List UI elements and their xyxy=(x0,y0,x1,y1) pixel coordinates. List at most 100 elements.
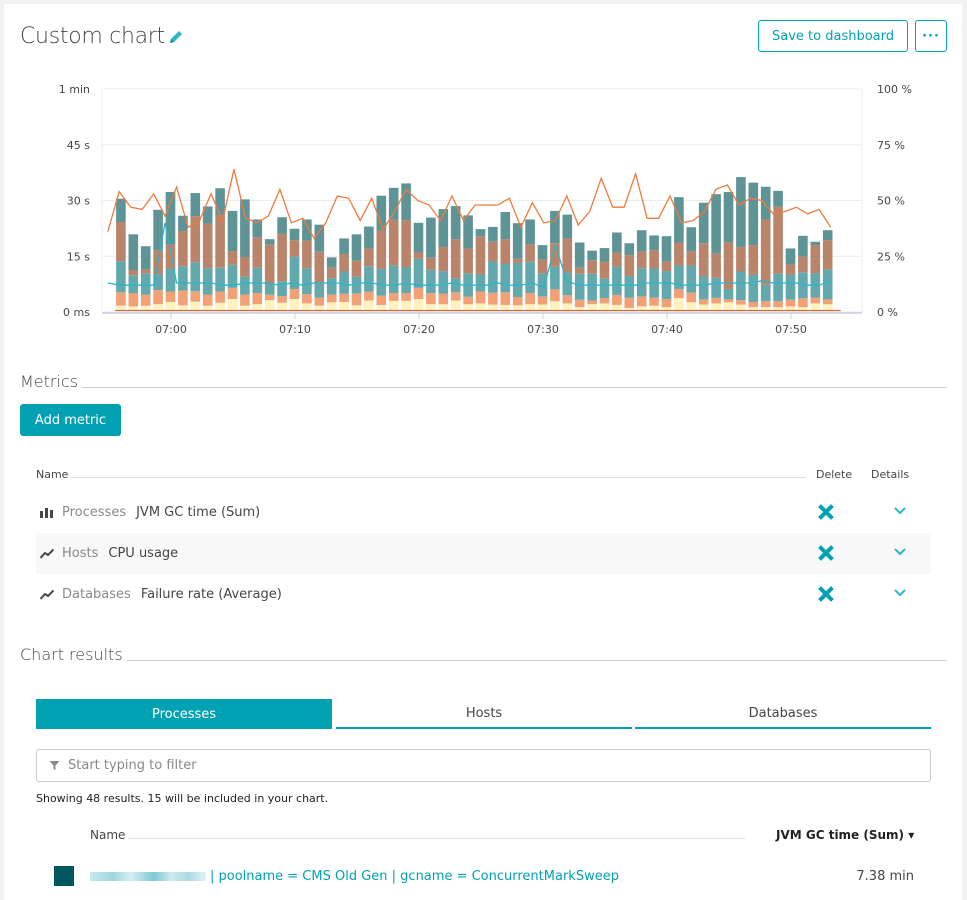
col-name: Name xyxy=(36,468,69,481)
bar-segment-orange xyxy=(686,292,697,303)
bar-stack xyxy=(711,194,721,311)
bar-segment-teal xyxy=(116,261,126,293)
bar-segment-teal xyxy=(773,273,783,302)
bar-segment-yellow xyxy=(686,302,697,311)
bar-segment-orange xyxy=(413,287,424,299)
chevron-down-icon[interactable] xyxy=(893,547,907,557)
divider xyxy=(126,660,947,661)
tab-processes[interactable]: Processes xyxy=(36,699,332,729)
bar-segment-brown xyxy=(264,244,275,284)
bar-segment-yellow xyxy=(413,298,424,311)
bar-segment-yellow xyxy=(314,305,325,311)
bar-segment-orange xyxy=(537,296,548,305)
metric-row: Processes JVM GC time (Sum) xyxy=(36,492,931,533)
divider xyxy=(71,468,806,478)
bar-segment-teal xyxy=(748,274,759,302)
col-delete: Delete xyxy=(816,468,853,481)
bar-segment-brown xyxy=(574,267,585,274)
result-link[interactable]: | poolname = CMS Old Gen | gcname = Conc… xyxy=(210,869,619,884)
add-metric-button[interactable]: Add metric xyxy=(20,404,121,436)
bar-stack xyxy=(649,235,659,311)
filter-icon xyxy=(49,761,60,770)
bar-segment-yellow xyxy=(326,302,337,311)
bar-segment-teal xyxy=(302,268,312,295)
bar-segment-teal xyxy=(215,267,225,292)
bar-segment-brown xyxy=(723,242,734,289)
bar-stack xyxy=(314,224,325,311)
chevron-down-icon[interactable] xyxy=(893,506,907,516)
bar-stack xyxy=(661,236,672,311)
filter-field[interactable] xyxy=(36,749,931,782)
tab-databases[interactable]: Databases xyxy=(635,699,931,729)
bar-segment-orange xyxy=(215,291,225,303)
bar-segment-yellow xyxy=(426,304,436,311)
tab-hosts[interactable]: Hosts xyxy=(336,699,632,729)
sort-column-jvm-gc-time[interactable]: JVM GC time (Sum) ▾ xyxy=(776,828,914,842)
bar-stack xyxy=(723,191,734,311)
bar-segment-dark-teal xyxy=(364,226,374,249)
save-to-dashboard-button[interactable]: Save to dashboard xyxy=(758,20,908,52)
bar-segment-orange xyxy=(178,290,188,306)
x-tick-label: 07:30 xyxy=(527,323,559,336)
bar-stack xyxy=(264,239,275,311)
line-chart-icon xyxy=(40,548,56,559)
bar-segment-teal xyxy=(376,268,387,296)
bar-segment-brown xyxy=(314,251,325,284)
bar-segment-orange xyxy=(289,288,300,299)
results-heading: Chart results xyxy=(20,645,123,664)
x-tick-label: 07:50 xyxy=(775,323,807,336)
bar-segment-teal xyxy=(512,262,523,298)
bar-segment-dark-teal xyxy=(351,234,362,261)
bar-segment-brown xyxy=(339,254,349,272)
metric-name[interactable]: CPU usage xyxy=(108,546,178,561)
redacted-process-name xyxy=(90,871,206,881)
filter-input[interactable] xyxy=(66,757,906,774)
y-left-tick-label: 45 s xyxy=(67,139,90,152)
bar-segment-dark-teal xyxy=(748,182,759,246)
bar-segment-brown xyxy=(413,252,424,259)
bar-segment-dark-teal xyxy=(810,241,821,246)
bar-segment-orange xyxy=(252,293,263,305)
metric-entity: Databases xyxy=(62,587,131,602)
bar-segment-brown xyxy=(376,230,387,269)
metric-name[interactable]: JVM GC time (Sum) xyxy=(136,505,260,520)
bar-segment-yellow xyxy=(798,307,808,311)
bar-segment-dark-teal xyxy=(711,194,721,254)
bar-segment-orange xyxy=(314,297,325,306)
bar-stack xyxy=(438,209,449,311)
bar-segment-orange xyxy=(760,301,771,308)
bar-segment-brown xyxy=(512,258,523,263)
bar-segment-teal xyxy=(624,275,635,298)
bar-segment-orange xyxy=(798,298,808,308)
bar-segment-brown xyxy=(351,260,362,277)
bar-segment-dark-teal xyxy=(314,224,325,252)
bar-segment-teal xyxy=(661,271,672,299)
bar-segment-orange xyxy=(550,289,560,302)
bar-segment-orange xyxy=(128,293,139,307)
results-count-text: Showing 48 results. 15 will be included … xyxy=(36,792,329,805)
bar-segment-dark-teal xyxy=(227,210,238,252)
bar-stack xyxy=(624,243,635,311)
bar-segment-teal xyxy=(574,273,585,300)
bar-segment-orange xyxy=(612,294,622,305)
bar-segment-brown xyxy=(698,243,709,276)
bar-segment-dark-teal xyxy=(723,191,734,243)
bar-stack xyxy=(798,235,808,311)
delete-icon[interactable] xyxy=(818,586,834,602)
chevron-down-icon[interactable] xyxy=(893,588,907,598)
bar-segment-yellow xyxy=(302,303,312,311)
bar-segment-brown xyxy=(326,267,337,279)
delete-icon[interactable] xyxy=(818,545,834,561)
bar-segment-yellow xyxy=(190,301,201,311)
metric-name[interactable]: Failure rate (Average) xyxy=(141,587,282,602)
bar-segment-teal xyxy=(822,269,833,300)
bar-segment-teal xyxy=(339,271,349,294)
more-options-button[interactable]: ··· xyxy=(915,20,947,52)
bars xyxy=(116,177,833,311)
bar-segment-brown xyxy=(401,220,411,268)
delete-icon[interactable] xyxy=(818,504,834,520)
pencil-icon[interactable] xyxy=(168,29,184,45)
bar-segment-dark-teal xyxy=(475,229,486,237)
custom-chart-panel: Custom chart Save to dashboard ··· 0 ms 1… xyxy=(4,4,962,900)
bar-segment-brown xyxy=(302,240,312,269)
